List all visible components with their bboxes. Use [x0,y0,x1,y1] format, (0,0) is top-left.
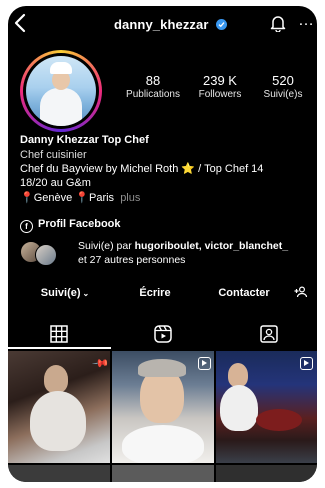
followed-by-prefix: Suivi(e) par [78,240,135,252]
bell-icon[interactable] [270,14,288,34]
add-person-icon[interactable] [290,282,312,304]
post-thumbnail[interactable]: 📌 [8,351,110,463]
follower-avatar [35,244,57,266]
stat-label: Followers [198,89,242,100]
star-icon: ⭐ [181,163,196,175]
facebook-link[interactable]: f Profil Facebook [20,218,121,233]
post-thumbnail[interactable] [8,465,110,482]
stat-label: Publications [126,89,180,100]
pinned-icon: 📌 [91,354,110,373]
post-thumbnail[interactable] [112,351,214,463]
reels-icon[interactable] [154,325,174,345]
reel-icon [198,357,211,370]
grid-icon[interactable] [50,325,70,345]
stat-followers[interactable]: 239 K Followers [192,73,248,101]
stat-following[interactable]: 520 Suivi(e)s [254,73,312,101]
dish-image [256,409,302,431]
bio-text: / Top Chef 14 [195,163,264,175]
stat-publications[interactable]: 88 Publications [116,73,190,101]
post-thumbnail[interactable] [216,465,317,482]
verified-badge-icon [216,19,227,30]
post-thumbnail[interactable] [216,351,317,463]
person-image [30,391,86,451]
pin-icon: 📍 [20,192,34,204]
post-grid: 📌 [8,351,317,482]
hair-image [138,359,186,377]
bio-line-2: 18/20 au G&m [20,177,91,189]
facebook-label: Profil Facebook [38,218,121,230]
profile-screen: danny_khezzar … 88 Publications 239 K Fo… [8,6,317,482]
more-horizontal-icon[interactable]: … [298,13,315,29]
post-thumbnail[interactable] [112,465,214,482]
contact-button[interactable]: Contacter [204,282,284,304]
profile-category: Chef cuisinier [20,149,87,161]
top-bar: danny_khezzar … [8,6,317,44]
bio-line-1: Chef du Bayview by Michel Roth ⭐ / Top C… [20,163,263,176]
bio-locations: 📍Genève 📍Paris plus [20,192,140,205]
profile-tabs [8,319,317,349]
following-button[interactable]: Suivi(e) ⌄ [20,282,110,304]
person-image [228,363,248,387]
followed-by-names: hugoriboulet, victor_blanchet_ [134,240,289,252]
person-image [220,385,258,431]
following-label: Suivi(e) [40,287,81,299]
pin-icon: 📍 [75,192,89,204]
profile-username: danny_khezzar [114,17,209,32]
story-ring[interactable] [20,50,102,132]
facebook-icon: f [20,220,33,233]
followed-by-suffix: et 27 autres personnes [78,254,186,266]
active-tab-indicator [8,347,111,349]
more-link[interactable]: plus [120,192,140,204]
chevron-left-icon[interactable] [14,13,34,35]
avatar [26,56,96,126]
stat-value: 239 K [203,73,237,88]
followed-by[interactable]: Suivi(e) par hugoriboulet, victor_blanch… [78,239,314,267]
message-button[interactable]: Écrire [116,282,194,304]
stat-value: 88 [145,73,161,88]
jacket-image [122,425,204,463]
reel-icon [300,357,313,370]
chevron-down-icon: ⌄ [82,289,90,298]
stat-value: 520 [272,73,294,88]
profile-name: Danny Khezzar Top Chef [20,134,149,146]
tagged-icon[interactable] [260,325,280,345]
stat-label: Suivi(e)s [263,89,303,100]
bio-text: Chef du Bayview by Michel Roth [20,163,179,175]
person-image [44,365,68,393]
location-text: Genève [33,192,73,204]
location-text: Paris [89,192,115,204]
